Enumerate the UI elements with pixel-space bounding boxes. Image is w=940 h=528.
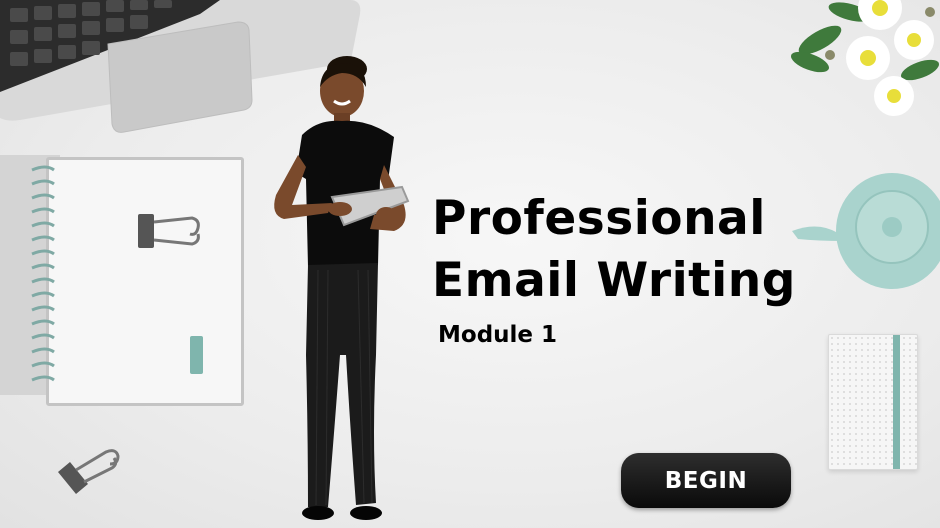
title-line-1: Professional [432,191,766,246]
person-illustration [274,56,410,520]
title-line-2: Email Writing [432,253,796,308]
binder-clip-icon [58,449,120,494]
teapot-icon [792,173,940,289]
begin-button[interactable]: BEGIN [621,453,791,508]
module-subtitle: Module 1 [438,322,558,348]
page-title: Professional Email Writing [432,188,796,312]
slide-stage: Professional Email Writing Module 1 BEGI… [0,0,940,528]
binder-clip-icon [138,214,200,248]
eraser-icon [190,336,203,374]
small-notebook-icon [828,334,918,470]
flowers-icon [791,0,939,116]
